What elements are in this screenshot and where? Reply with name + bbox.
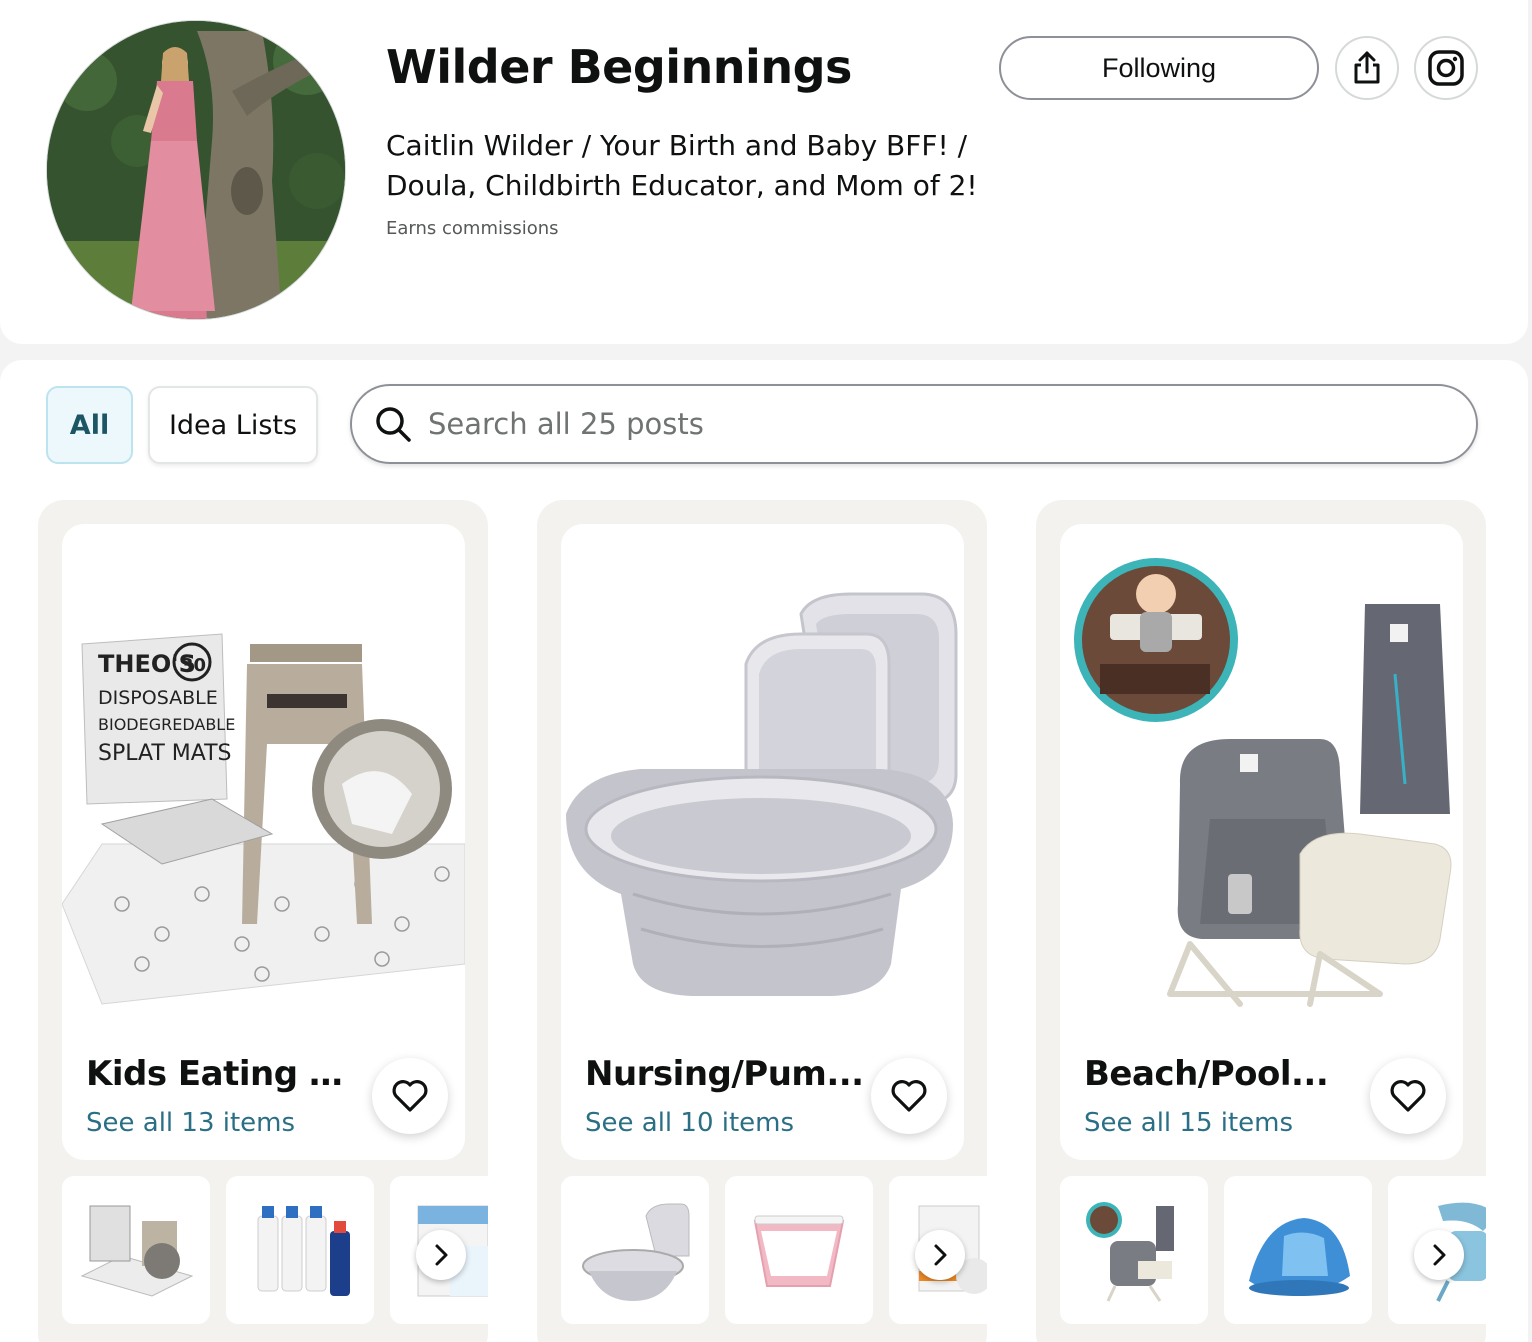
hero-product-text: SPLAT MATS [98, 741, 232, 766]
baby-beach-tent-thumb [1249, 1218, 1350, 1296]
save-list-button[interactable] [372, 1058, 448, 1134]
search-icon [376, 407, 411, 442]
instagram-button[interactable] [1414, 36, 1478, 100]
idea-list-title[interactable]: Nursing/Pum... [585, 1054, 865, 1094]
idea-list-preview[interactable]: Beach/Pool... See all 15 items [1060, 524, 1463, 1160]
profile-header: Wilder Beginnings Caitlin Wilder / Your … [0, 0, 1528, 344]
earns-commissions-label: Earns commissions [386, 218, 559, 239]
pink-collapsible-basin-thumb [753, 1215, 845, 1287]
idea-list-title[interactable]: Beach/Pool... [1084, 1054, 1364, 1094]
product-thumbnail[interactable] [725, 1176, 873, 1324]
hero-product-text: BIODEGREDABLE [98, 715, 235, 734]
idea-list-hero-image [1060, 544, 1463, 1024]
share-icon [1354, 51, 1380, 84]
idea-list-card[interactable]: Beach/Pool... See all 15 items [1036, 500, 1486, 1342]
chevron-right-icon [934, 1244, 947, 1266]
idea-list-hero-image [561, 544, 964, 1024]
product-thumbnail[interactable] [1060, 1176, 1208, 1324]
see-all-items-link[interactable]: See all 15 items [1084, 1108, 1293, 1138]
posts-section: All Idea Lists Search all 25 posts THEO'… [0, 360, 1528, 1342]
idea-list-card[interactable]: THEO'S 30 DISPOSABLE BIODEGREDABLE SPLAT… [38, 500, 488, 1342]
next-thumbnails-button[interactable] [416, 1230, 466, 1280]
heart-icon [1390, 1080, 1426, 1112]
next-thumbnails-button[interactable] [915, 1230, 965, 1280]
instagram-icon [1428, 50, 1464, 86]
product-thumbnail[interactable] [1224, 1176, 1372, 1324]
product-thumbnail[interactable] [889, 1176, 987, 1324]
idea-list-hero-image: THEO'S 30 DISPOSABLE BIODEGREDABLE SPLAT… [61, 544, 466, 1024]
product-thumbnail[interactable] [62, 1176, 210, 1324]
idea-list-card[interactable]: Nursing/Pum... See all 10 items [537, 500, 987, 1342]
store-name: Wilder Beginnings [386, 40, 852, 94]
save-list-button[interactable] [1370, 1058, 1446, 1134]
idea-list-preview[interactable]: THEO'S 30 DISPOSABLE BIODEGREDABLE SPLAT… [61, 524, 466, 1160]
heart-icon [392, 1080, 428, 1112]
hero-count-text: 30 [181, 655, 206, 676]
booster-seat-thumb [1086, 1202, 1174, 1302]
following-button[interactable]: Following [999, 36, 1319, 100]
tab-all[interactable]: All [46, 386, 133, 464]
chevron-right-icon [435, 1244, 448, 1266]
search-input[interactable] [428, 407, 1428, 441]
see-all-items-link[interactable]: See all 10 items [585, 1108, 794, 1138]
profile-avatar [46, 20, 346, 320]
splat-mats-thumb [80, 1205, 194, 1297]
bio-line: Caitlin Wilder / Your Birth and Baby BFF… [386, 129, 968, 162]
see-all-items-link[interactable]: See all 13 items [86, 1108, 295, 1138]
tab-idea-lists[interactable]: Idea Lists [148, 386, 318, 464]
product-thumbnail[interactable] [1388, 1176, 1486, 1324]
heart-icon [891, 1080, 927, 1112]
idea-list-preview[interactable]: Nursing/Pum... See all 10 items [561, 524, 964, 1160]
chevron-right-icon [1433, 1244, 1446, 1266]
collapsible-basin-thumb [582, 1203, 690, 1301]
search-bar[interactable] [350, 384, 1478, 464]
share-button[interactable] [1335, 36, 1399, 100]
hero-product-text: DISPOSABLE [98, 687, 218, 709]
stain-treater-bottles-thumb [257, 1206, 350, 1296]
bio-line: Doula, Childbirth Educator, and Mom of 2… [386, 169, 978, 202]
bio: Caitlin Wilder / Your Birth and Baby BFF… [386, 126, 986, 206]
next-thumbnails-button[interactable] [1414, 1230, 1464, 1280]
save-list-button[interactable] [871, 1058, 947, 1134]
idea-list-title[interactable]: Kids Eating O... [86, 1054, 366, 1094]
product-thumbnail[interactable] [390, 1176, 488, 1324]
product-thumbnail[interactable] [561, 1176, 709, 1324]
product-thumbnail[interactable] [226, 1176, 374, 1324]
